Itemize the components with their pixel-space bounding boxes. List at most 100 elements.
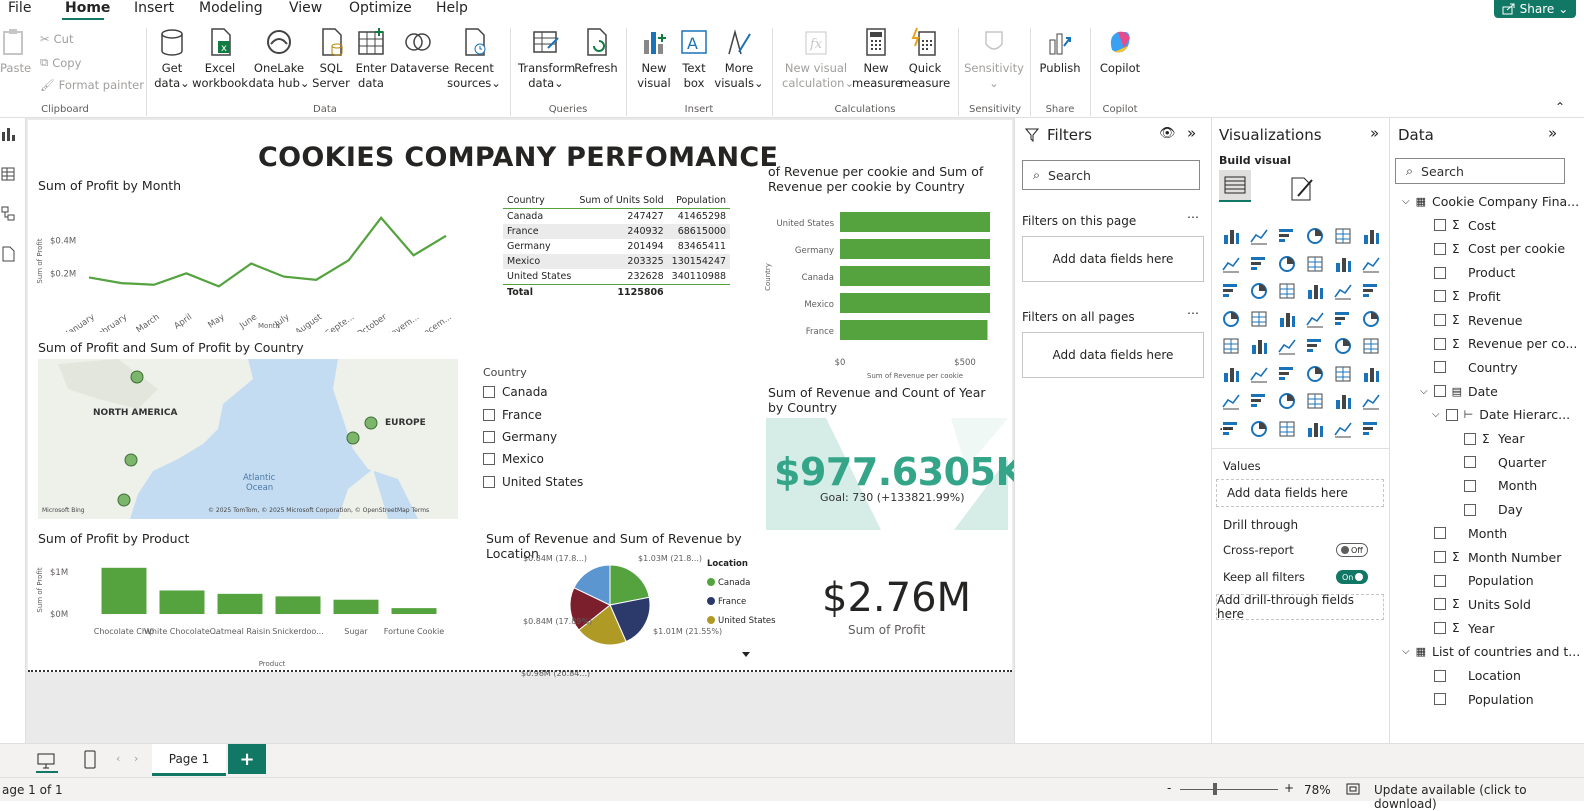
visual-type-icon[interactable] (1249, 281, 1269, 301)
data-field-item[interactable]: Σ Cost per cookie (1434, 241, 1565, 256)
data-field-item[interactable]: Population (1434, 573, 1534, 588)
data-field-item[interactable]: Country (1434, 360, 1518, 375)
chevron-down-icon[interactable]: ⌵ (1402, 646, 1410, 657)
visual-type-icon[interactable] (1249, 391, 1269, 411)
visual-type-icon[interactable] (1361, 309, 1381, 329)
visual-type-icon[interactable] (1361, 391, 1381, 411)
checkbox-icon[interactable] (1434, 337, 1446, 350)
more-visuals-button[interactable]: More visuals⌄ (712, 20, 766, 91)
country-table[interactable]: Country Sum of Units Sold Population Can… (503, 193, 731, 300)
data-field-item[interactable]: Σ Cost (1434, 218, 1496, 233)
visual-type-icon[interactable] (1277, 226, 1297, 246)
data-field-item[interactable]: Month (1434, 526, 1507, 541)
visual-type-icon[interactable] (1305, 254, 1325, 274)
visual-type-icon[interactable] (1305, 281, 1325, 301)
visual-type-icon[interactable] (1221, 281, 1241, 301)
data-field-item[interactable]: Quarter (1464, 455, 1546, 470)
profit-map[interactable]: NORTH AMERICA EUROPE Atlantic Ocean Micr… (38, 359, 458, 519)
visual-type-icon[interactable] (1333, 281, 1353, 301)
dax-query-icon[interactable] (1, 246, 15, 262)
onelake-button[interactable]: OneLake data hub⌄ (248, 20, 310, 91)
prev-page-icon[interactable]: ‹ (116, 752, 120, 765)
mobile-layout-icon[interactable] (84, 750, 96, 770)
eye-icon[interactable]: 👁 (1159, 126, 1176, 141)
table-row[interactable]: United States 232628 340110988 (503, 269, 730, 285)
checkbox-icon[interactable] (1434, 551, 1446, 563)
table-row[interactable]: Mexico 203325 130154247 (503, 254, 731, 269)
visual-type-icon[interactable] (1361, 254, 1381, 274)
text-box-button[interactable]: A Text box (676, 20, 712, 91)
checkbox-icon[interactable] (1445, 408, 1458, 421)
menu-view[interactable]: View (289, 0, 322, 16)
drill-through-dropzone[interactable]: Add drill-through fields here (1216, 593, 1384, 621)
checkbox-icon[interactable] (1434, 669, 1446, 682)
sensitivity-button[interactable]: Sensitivity ⌄ (964, 20, 1024, 91)
next-page-icon[interactable]: › (134, 752, 138, 765)
excel-workbook-button[interactable]: x Excel workbook (192, 20, 248, 91)
checkbox-icon[interactable] (1434, 314, 1446, 326)
update-available-link[interactable]: Update available (click to download) (1374, 783, 1584, 811)
checkbox-icon[interactable] (1434, 574, 1446, 587)
visual-type-icon[interactable] (1277, 336, 1297, 356)
build-visual-tab[interactable] (1219, 170, 1251, 202)
checkbox-icon[interactable] (1464, 456, 1476, 469)
tab-page-1[interactable]: Page 1 (152, 744, 226, 776)
zoom-slider-thumb[interactable] (1213, 783, 1217, 795)
report-view-icon[interactable] (1, 126, 15, 142)
filters-page-dropzone[interactable]: Add data fields here (1022, 236, 1204, 282)
data-field-item[interactable]: Population (1434, 692, 1534, 707)
checkbox-icon[interactable] (1434, 693, 1446, 706)
values-dropzone[interactable]: Add data fields here (1216, 479, 1384, 507)
checkbox-icon[interactable] (1434, 598, 1446, 611)
visual-type-icon[interactable] (1277, 281, 1297, 301)
checkbox-icon[interactable] (1434, 527, 1446, 540)
visual-type-icon[interactable] (1249, 364, 1269, 384)
refresh-button[interactable]: Refresh (574, 20, 618, 76)
visual-type-icon[interactable] (1221, 364, 1241, 384)
visual-type-icon[interactable] (1305, 391, 1325, 411)
profit-by-product-bar-chart[interactable]: $0M$1MSum of ProfitChocolate ChipWhite C… (34, 550, 464, 668)
table-header-population[interactable]: Population (668, 193, 730, 209)
data-field-item[interactable]: ⌵ ▦ List of countries and t... (1402, 644, 1580, 659)
enter-data-button[interactable]: Enter data (352, 20, 390, 91)
visual-type-icon[interactable] (1333, 419, 1353, 439)
checkbox-icon[interactable] (1464, 479, 1476, 492)
dataverse-button[interactable]: Dataverse (390, 20, 449, 76)
more-options-icon[interactable]: ⋯ (1187, 306, 1199, 320)
data-field-item[interactable]: Σ Profit (1434, 289, 1501, 304)
visual-type-icon[interactable] (1361, 364, 1381, 384)
more-visuals-ellipsis[interactable]: ... (1219, 418, 1232, 434)
visual-type-icon[interactable] (1361, 281, 1381, 301)
recent-sources-button[interactable]: Recent sources⌄ (446, 20, 502, 91)
slicer-item-united-states[interactable]: United States (483, 475, 583, 489)
data-field-item[interactable]: Day (1464, 502, 1523, 517)
data-field-item[interactable]: Σ Year (1464, 431, 1524, 446)
model-view-icon[interactable] (1, 206, 15, 222)
transform-data-button[interactable]: Transform data⌄ (518, 20, 575, 91)
visual-type-icon[interactable] (1305, 419, 1325, 439)
visual-type-icon[interactable] (1333, 336, 1353, 356)
visual-type-icon[interactable] (1221, 336, 1241, 356)
collapse-filters-icon[interactable]: » (1187, 124, 1196, 142)
visual-type-icon[interactable] (1249, 419, 1269, 439)
visual-type-icon[interactable] (1249, 226, 1269, 246)
zoom-slider-track[interactable] (1180, 789, 1278, 790)
visual-type-icon[interactable] (1361, 419, 1381, 439)
visual-type-icon[interactable] (1333, 364, 1353, 384)
revenue-per-cookie-bar-chart[interactable]: United States Germany Canada Mexico France $0… (762, 202, 1012, 382)
visual-type-icon[interactable] (1221, 254, 1241, 274)
visual-type-icon[interactable] (1277, 391, 1297, 411)
menu-optimize[interactable]: Optimize (349, 0, 412, 16)
checkbox-icon[interactable] (1434, 242, 1446, 255)
cross-report-toggle[interactable]: Off (1336, 543, 1368, 557)
publish-button[interactable]: Publish (1036, 20, 1084, 76)
chevron-down-icon[interactable]: ⌵ (1402, 196, 1410, 207)
data-field-item[interactable]: ⌵ ▦ Cookie Company Fina... (1402, 194, 1579, 209)
checkbox-icon[interactable] (1434, 622, 1446, 635)
visual-type-icon[interactable] (1249, 254, 1269, 274)
keep-filters-toggle[interactable]: On (1336, 570, 1368, 584)
visual-type-icon[interactable] (1305, 226, 1325, 246)
data-field-item[interactable]: Month (1464, 478, 1537, 493)
get-data-button[interactable]: Get data⌄ (152, 20, 192, 91)
data-field-item[interactable]: Σ Revenue per co... (1434, 336, 1577, 351)
